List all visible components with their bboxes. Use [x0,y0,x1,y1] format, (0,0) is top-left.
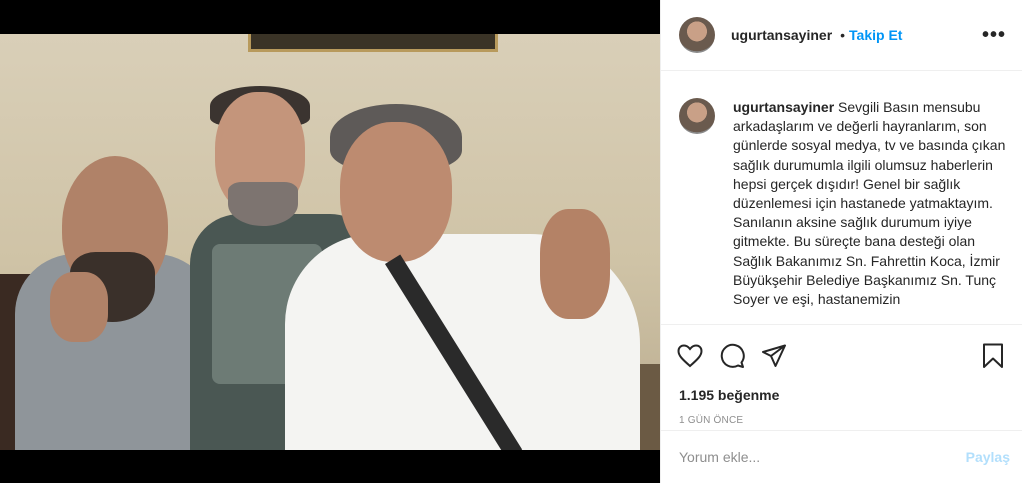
person-middle-beard [228,182,298,226]
heart-icon[interactable] [677,344,703,368]
comment-input[interactable] [679,449,966,465]
separator-dot: • [840,27,846,43]
caption-text-block: ugurtansayiner Sevgili Basın mensubu ark… [733,98,1006,324]
wall-frame [248,34,498,52]
follow-button[interactable]: Takip Et [849,27,902,43]
instagram-post-view: ugurtansayiner • Takip Et ••• ugurtansay… [0,0,1022,483]
caption-text: Sevgili Basın mensubu arkadaşlarım ve de… [733,99,1006,308]
person-right-arm [540,209,610,319]
like-count[interactable]: 1.195 beğenme [661,373,1022,403]
caption-avatar[interactable] [679,98,715,134]
bookmark-icon[interactable] [982,343,1004,369]
person-left-hand [50,272,108,342]
header-username[interactable]: ugurtansayiner [731,27,832,43]
post-actions: 1.195 beğenme 1 GÜN ÖNCE [661,324,1022,430]
comment-icon[interactable] [719,343,745,369]
person-right-head [340,122,452,262]
post-media[interactable] [0,0,660,483]
caption-username[interactable]: ugurtansayiner [733,99,834,115]
comment-bar: Paylaş [661,430,1022,483]
caption: ugurtansayiner Sevgili Basın mensubu ark… [661,72,1022,324]
post-timestamp[interactable]: 1 GÜN ÖNCE [661,403,1022,426]
action-icons [661,325,1022,373]
share-icon[interactable] [761,344,787,368]
more-options-icon[interactable]: ••• [982,24,1006,47]
post-header: ugurtansayiner • Takip Et ••• [661,0,1022,71]
avatar[interactable] [679,17,715,53]
post-comment-button[interactable]: Paylaş [966,449,1010,465]
post-photo[interactable] [0,34,660,450]
post-side-panel: ugurtansayiner • Takip Et ••• ugurtansay… [660,0,1022,483]
